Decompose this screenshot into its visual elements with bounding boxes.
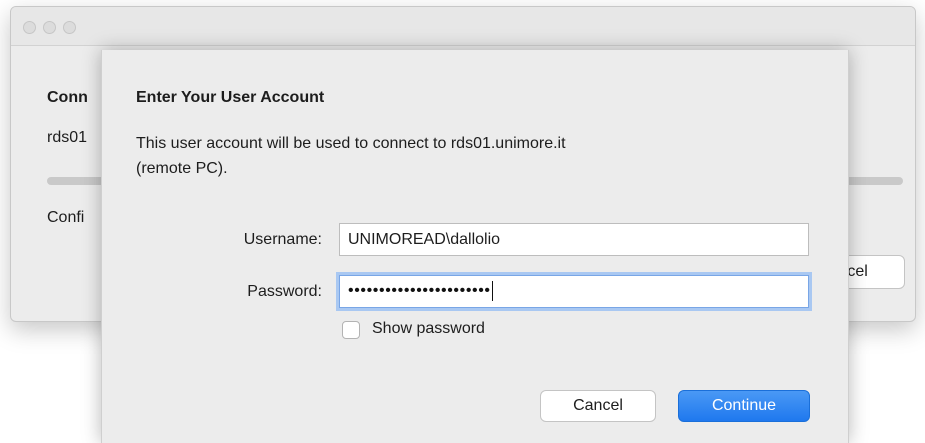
sheet-title: Enter Your User Account bbox=[136, 89, 325, 106]
minimize-window-button[interactable] bbox=[43, 21, 56, 34]
password-field[interactable]: ••••••••••••••••••••••• bbox=[339, 275, 809, 308]
show-password-checkbox[interactable] bbox=[342, 321, 360, 339]
sheet-description: This user account will be used to connec… bbox=[136, 131, 796, 181]
password-dots: ••••••••••••••••••••••• bbox=[348, 282, 491, 300]
show-password-label[interactable]: Show password bbox=[372, 320, 485, 338]
description-line-1: This user account will be used to connec… bbox=[136, 135, 566, 152]
text-caret bbox=[491, 281, 493, 301]
close-window-button[interactable] bbox=[23, 21, 36, 34]
title-bar bbox=[11, 7, 915, 46]
connection-status: Confi bbox=[47, 209, 85, 226]
cancel-button[interactable]: Cancel bbox=[540, 390, 656, 422]
credentials-sheet: Enter Your User Account This user accoun… bbox=[101, 50, 849, 443]
connection-heading: Conn bbox=[47, 89, 88, 106]
continue-button[interactable]: Continue bbox=[678, 390, 810, 422]
password-mask: ••••••••••••••••••••••• bbox=[348, 281, 493, 301]
zoom-window-button[interactable] bbox=[63, 21, 76, 34]
password-label: Password: bbox=[247, 283, 322, 300]
username-label: Username: bbox=[243, 231, 322, 248]
username-field[interactable] bbox=[339, 223, 809, 256]
connection-host: rds01 bbox=[47, 129, 88, 146]
description-line-2: (remote PC). bbox=[136, 160, 228, 177]
